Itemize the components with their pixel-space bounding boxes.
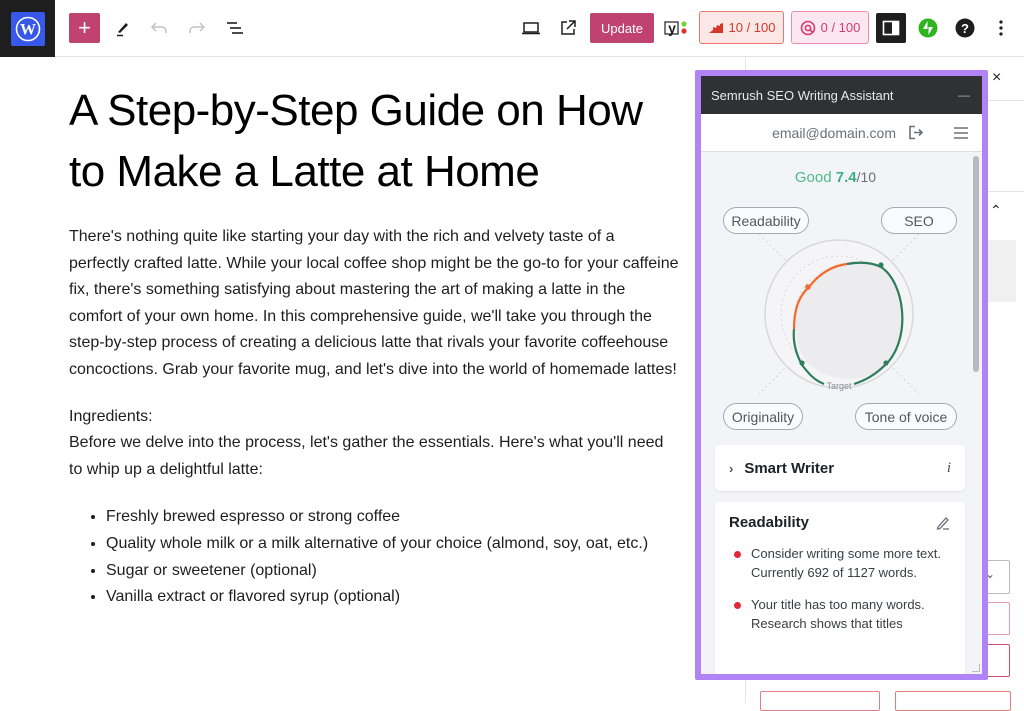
yoast-button[interactable]: y (664, 16, 690, 40)
tools-edit-button[interactable] (112, 16, 134, 40)
user-email: email@domain.com (772, 124, 896, 141)
seo-score-value: 10 / 100 (728, 20, 776, 35)
seo-point (878, 262, 884, 268)
list-item: Vanilla extract or flavored syrup (optio… (106, 584, 679, 611)
readability-issue: Consider writing some more text. Current… (729, 545, 951, 582)
list-item: Sugar or sweetener (optional) (106, 558, 679, 585)
logout-icon[interactable] (908, 125, 924, 140)
document-overview-icon (227, 22, 243, 34)
svg-text:y: y (668, 20, 676, 36)
jetpack-bolt-icon (918, 18, 938, 38)
help-icon: ? (955, 18, 975, 38)
wordpress-home-button[interactable]: W (0, 0, 55, 57)
options-button[interactable] (992, 16, 1010, 40)
smart-writer-card[interactable]: › Smart Writer i (715, 445, 965, 491)
score-value: 7.4 (835, 169, 857, 186)
close-icon[interactable]: × (992, 69, 1001, 87)
overall-score: Good 7.4/10 (701, 169, 970, 186)
add-block-button[interactable]: + (69, 13, 100, 43)
seo-score-badge[interactable]: 10 / 100 (699, 11, 784, 44)
document-overview-button[interactable] (223, 16, 247, 40)
wordpress-logo-icon: W (10, 11, 45, 46)
readability-score-badge[interactable]: 0 / 100 (791, 11, 869, 44)
action-button[interactable] (760, 691, 880, 711)
info-icon[interactable]: i (947, 460, 951, 477)
undo-button[interactable] (148, 16, 170, 40)
jetpack-button[interactable] (917, 17, 939, 39)
chevron-right-icon: › (729, 460, 734, 476)
minimize-button[interactable]: — (958, 88, 970, 102)
list-item: Quality whole milk or a milk alternative… (106, 531, 679, 558)
external-link-icon (561, 20, 576, 35)
seo-axis-button[interactable]: SEO (881, 207, 957, 234)
svg-text:?: ? (961, 21, 969, 36)
view-post-button[interactable] (556, 16, 580, 40)
settings-sidebar-toggle[interactable] (876, 13, 906, 43)
originality-axis-button[interactable]: Originality (723, 403, 803, 430)
readability-title: Readability (729, 514, 810, 531)
undo-icon (150, 22, 167, 33)
edit-pencil-icon[interactable] (935, 515, 951, 531)
semrush-title: Semrush SEO Writing Assistant (711, 87, 894, 103)
panel-placeholder (986, 240, 1016, 302)
pencil-icon (117, 23, 128, 37)
yoast-icon: y (664, 20, 687, 36)
action-button[interactable] (895, 691, 1011, 711)
smart-writer-label: Smart Writer (744, 459, 835, 477)
ingredients-heading: Ingredients: (69, 407, 153, 425)
post-editor: A Step-by-Step Guide on How to Make a La… (69, 80, 679, 611)
semrush-body: Good 7.4/10 Readability SEO Originality … (701, 152, 982, 674)
tone-point (883, 360, 889, 366)
editor-toolbar: W + Update y 10 / 100 0 / 100 ? (0, 0, 1024, 57)
readability-point (805, 284, 811, 290)
more-options-icon (999, 20, 1003, 36)
readability-score-value: 0 / 100 (820, 20, 861, 35)
semrush-user-bar: email@domain.com (701, 114, 982, 152)
score-max: /10 (856, 169, 877, 185)
resize-handle[interactable] (972, 664, 980, 672)
desktop-preview-icon (522, 22, 540, 35)
list-item: Freshly brewed espresso or strong coffee (106, 504, 679, 531)
intro-paragraph[interactable]: There's nothing quite like starting your… (69, 224, 679, 384)
originality-point (799, 360, 805, 366)
ingredients-intro: Before we delve into the process, let's … (69, 434, 664, 478)
plus-icon: + (78, 15, 91, 40)
score-label: Good (794, 169, 832, 186)
sidebar-toggle-icon (882, 20, 900, 36)
svg-text:W: W (20, 21, 36, 38)
redo-icon (189, 22, 206, 33)
seo-chart-icon (708, 22, 723, 33)
update-button[interactable]: Update (590, 13, 654, 43)
readability-card: Readability Consider writing some more t… (715, 502, 965, 674)
semrush-writing-assistant: Semrush SEO Writing Assistant — email@do… (695, 70, 988, 680)
readability-axis-button[interactable]: Readability (723, 207, 809, 234)
score-radar-chart: Target (759, 234, 919, 394)
chevron-up-icon[interactable]: ⌃ (990, 202, 1002, 219)
target-label: Target (826, 381, 852, 391)
readability-at-icon (800, 20, 815, 35)
preview-button[interactable] (519, 16, 543, 40)
help-button[interactable]: ? (954, 17, 976, 39)
menu-icon[interactable] (954, 126, 968, 139)
post-title[interactable]: A Step-by-Step Guide on How to Make a La… (69, 80, 679, 202)
ingredients-list[interactable]: Freshly brewed espresso or strong coffee… (69, 504, 679, 610)
readability-issue: Your title has too many words. Research … (729, 596, 951, 633)
redo-button[interactable] (186, 16, 208, 40)
ingredients-paragraph[interactable]: Ingredients: Before we delve into the pr… (69, 404, 679, 484)
semrush-header: Semrush SEO Writing Assistant — (701, 76, 982, 114)
scrollbar[interactable] (973, 156, 979, 372)
tone-of-voice-axis-button[interactable]: Tone of voice (855, 403, 957, 430)
